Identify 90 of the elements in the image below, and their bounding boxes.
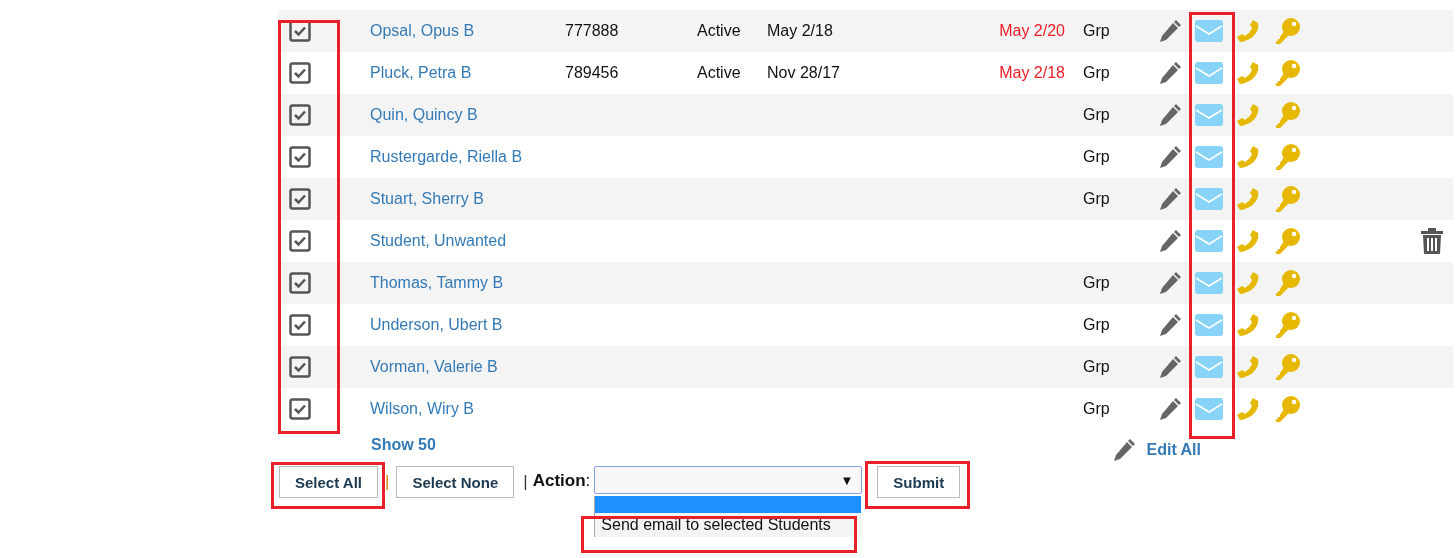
envelope-icon[interactable] (1195, 104, 1223, 126)
phone-icon[interactable] (1235, 270, 1261, 296)
select-none-button[interactable]: Select None (396, 466, 515, 498)
phone-icon[interactable] (1235, 186, 1261, 212)
group-text: Grp (1083, 274, 1110, 291)
envelope-icon[interactable] (1195, 62, 1223, 84)
checkbox[interactable] (289, 272, 311, 294)
group-text: Grp (1083, 358, 1110, 375)
status-text: Active (697, 22, 741, 39)
group-text: Grp (1083, 316, 1110, 333)
checkbox[interactable] (289, 62, 311, 84)
envelope-icon[interactable] (1195, 272, 1223, 294)
student-name-link[interactable]: Opsal, Opus B (370, 22, 475, 39)
student-name-link[interactable]: Vorman, Valerie B (370, 358, 498, 375)
pencil-icon[interactable] (1157, 144, 1183, 170)
phone-icon[interactable] (1235, 18, 1261, 44)
student-name-link[interactable]: Underson, Ubert B (370, 316, 503, 333)
key-icon[interactable] (1273, 101, 1301, 129)
expiry-date: May 2/18 (999, 64, 1065, 81)
key-icon[interactable] (1273, 59, 1301, 87)
expiry-date: May 2/20 (999, 22, 1065, 39)
pencil-icon[interactable] (1111, 437, 1138, 463)
show-more-link[interactable]: Show 50 (371, 436, 436, 454)
checkbox[interactable] (289, 398, 311, 420)
group-text: Grp (1083, 148, 1110, 165)
status-text: Active (697, 64, 741, 81)
group-text: Grp (1083, 400, 1110, 417)
envelope-icon[interactable] (1195, 20, 1223, 42)
checkbox[interactable] (289, 188, 311, 210)
group-text: Grp (1083, 106, 1110, 123)
select-all-button[interactable]: Select All (279, 466, 378, 498)
key-icon[interactable] (1273, 353, 1301, 381)
checkbox[interactable] (289, 230, 311, 252)
pencil-icon[interactable] (1157, 228, 1183, 254)
colon: : (585, 471, 591, 491)
edit-all-link[interactable]: Edit All (1146, 441, 1201, 459)
student-id: 777888 (565, 22, 619, 39)
envelope-icon[interactable] (1195, 314, 1223, 336)
phone-icon[interactable] (1235, 60, 1261, 86)
action-dropdown[interactable]: ▼ (594, 466, 863, 494)
phone-icon[interactable] (1235, 312, 1261, 338)
separator: | (385, 472, 390, 492)
student-name-link[interactable]: Rustergarde, Riella B (370, 148, 523, 165)
envelope-icon[interactable] (1195, 356, 1223, 378)
student-name-link[interactable]: Thomas, Tammy B (370, 274, 504, 291)
envelope-icon[interactable] (1195, 188, 1223, 210)
dropdown-option[interactable] (595, 496, 862, 513)
pencil-icon[interactable] (1157, 18, 1183, 44)
key-icon[interactable] (1273, 227, 1301, 255)
key-icon[interactable] (1273, 143, 1301, 171)
key-icon[interactable] (1273, 17, 1301, 45)
student-id: 789456 (565, 64, 619, 81)
pencil-icon[interactable] (1157, 186, 1183, 212)
checkbox[interactable] (289, 314, 311, 336)
phone-icon[interactable] (1235, 396, 1261, 422)
envelope-icon[interactable] (1195, 398, 1223, 420)
checkbox[interactable] (289, 356, 311, 378)
student-name-link[interactable]: Stuart, Sherry B (370, 190, 484, 207)
envelope-icon[interactable] (1195, 230, 1223, 252)
checkbox[interactable] (289, 20, 311, 42)
key-icon[interactable] (1273, 395, 1301, 423)
envelope-icon[interactable] (1195, 146, 1223, 168)
separator: | (523, 472, 528, 492)
group-text: Grp (1083, 190, 1110, 207)
student-name-link[interactable]: Student, Unwanted (370, 232, 507, 249)
pencil-icon[interactable] (1157, 354, 1183, 380)
key-icon[interactable] (1273, 185, 1301, 213)
student-name-link[interactable]: Wilson, Wiry B (370, 400, 474, 417)
group-text: Grp (1083, 22, 1110, 39)
pencil-icon[interactable] (1157, 312, 1183, 338)
action-label: Action (532, 471, 586, 491)
start-date: Nov 28/17 (767, 64, 840, 81)
key-icon[interactable] (1273, 311, 1301, 339)
pencil-icon[interactable] (1157, 396, 1183, 422)
checkbox[interactable] (289, 104, 311, 126)
pencil-icon[interactable] (1157, 270, 1183, 296)
phone-icon[interactable] (1235, 228, 1261, 254)
phone-icon[interactable] (1235, 102, 1261, 128)
student-name-link[interactable]: Pluck, Petra B (370, 64, 472, 81)
phone-icon[interactable] (1235, 144, 1261, 170)
student-name-link[interactable]: Quin, Quincy B (370, 106, 478, 123)
pencil-icon[interactable] (1157, 102, 1183, 128)
group-text: Grp (1083, 64, 1110, 81)
phone-icon[interactable] (1235, 354, 1261, 380)
trash-icon[interactable] (1421, 228, 1443, 254)
start-date: May 2/18 (767, 22, 833, 39)
checkbox[interactable] (289, 146, 311, 168)
submit-button[interactable]: Submit (877, 466, 961, 498)
pencil-icon[interactable] (1157, 60, 1183, 86)
key-icon[interactable] (1273, 269, 1301, 297)
